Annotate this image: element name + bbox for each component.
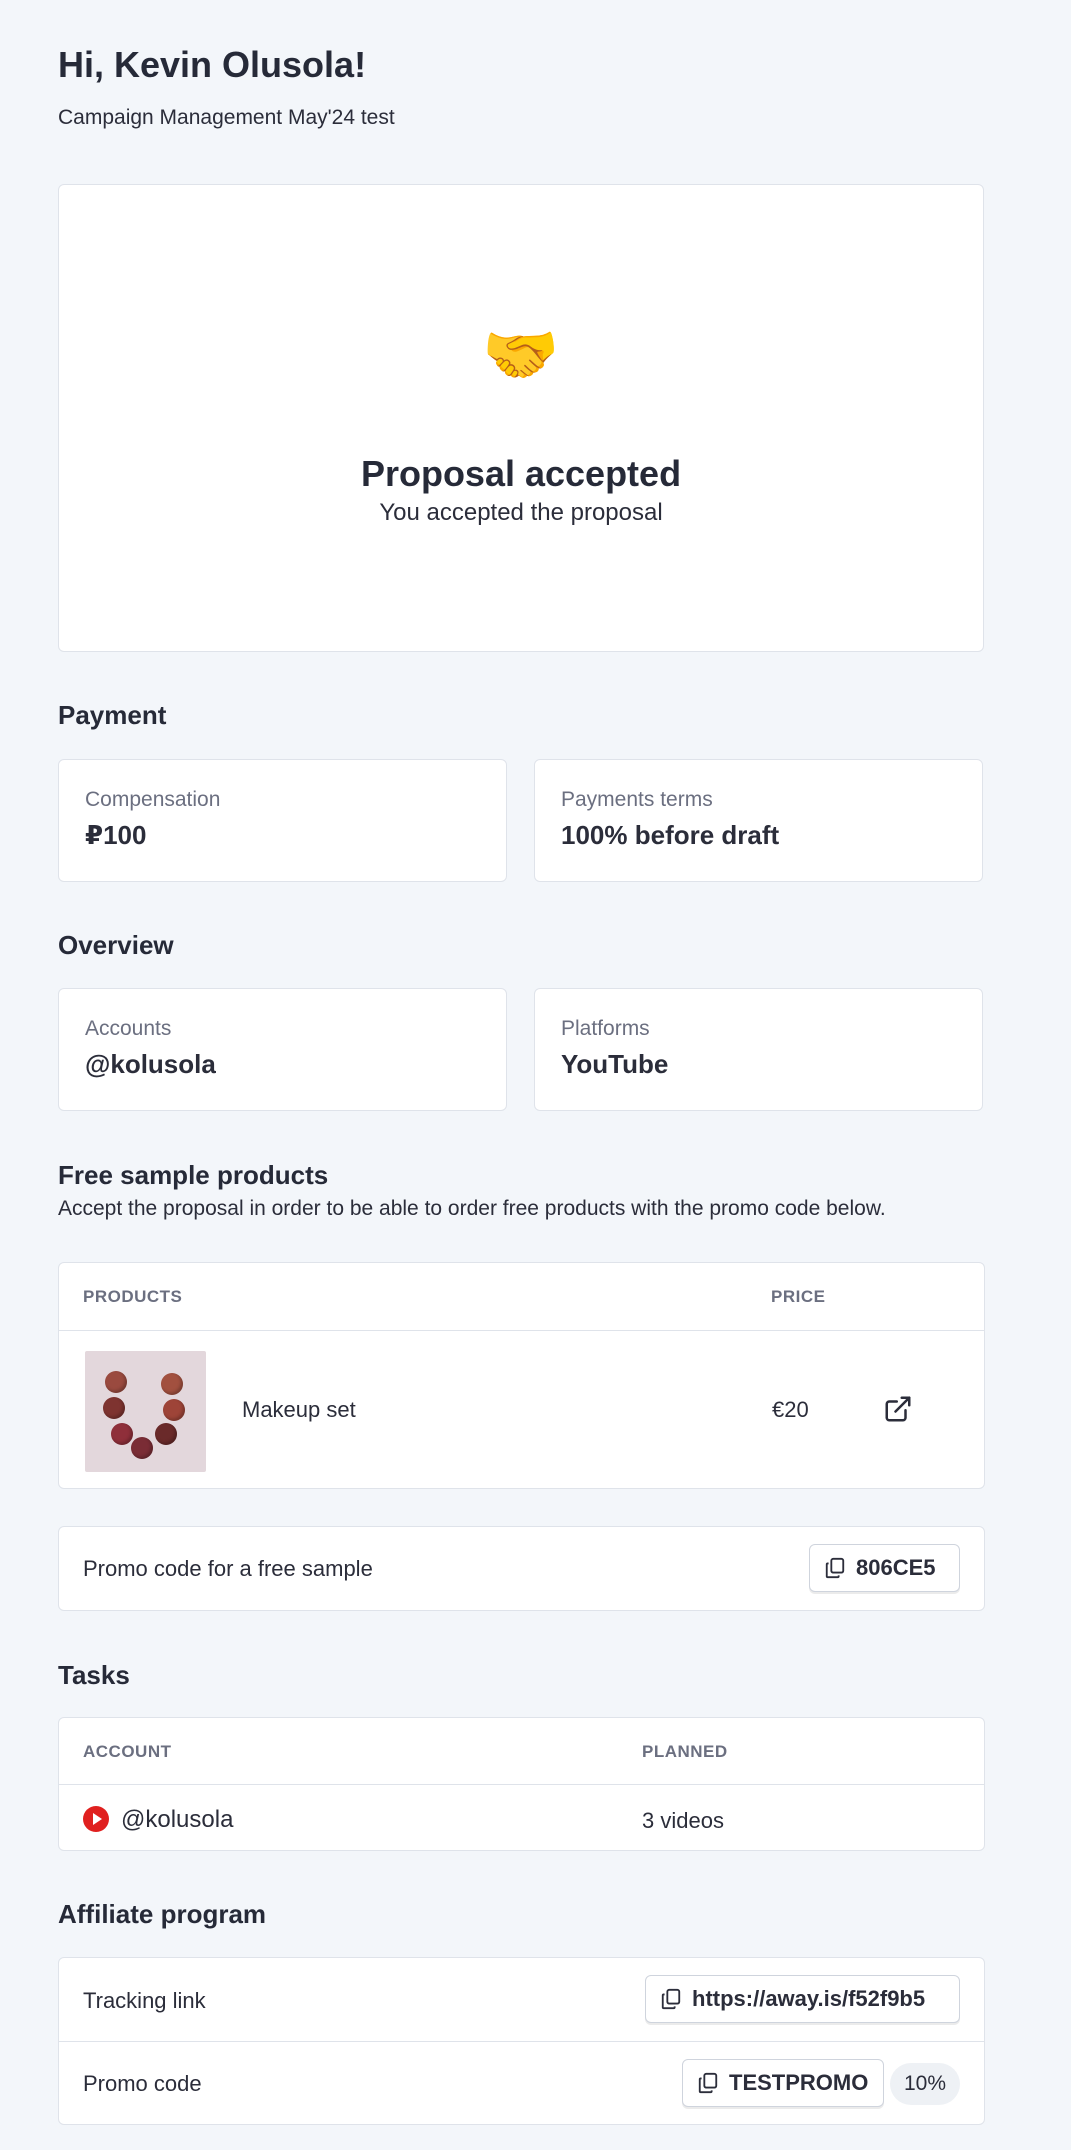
task-account: @kolusola (121, 1806, 234, 1833)
copy-icon (661, 1988, 681, 2010)
accounts-label: Accounts (85, 1017, 172, 1040)
col-planned-header: PLANNED (642, 1742, 728, 1761)
sample-promo-label: Promo code for a free sample (83, 1556, 373, 1581)
handshake-icon: 🤝 (482, 321, 560, 390)
col-account-header: ACCOUNT (83, 1742, 172, 1761)
copy-affiliate-promo-button[interactable]: TESTPROMO (682, 2059, 884, 2107)
platforms-card: Platforms YouTube (534, 988, 983, 1111)
accounts-card: Accounts @kolusola (58, 988, 507, 1111)
tasks-heading: Tasks (58, 1660, 130, 1690)
status-title: Proposal accepted (360, 453, 682, 494)
accounts-value: @kolusola (85, 1049, 216, 1079)
product-price: €20 (772, 1397, 809, 1422)
platforms-label: Platforms (561, 1017, 650, 1040)
copy-icon (825, 1557, 845, 1579)
copy-tracking-link-button[interactable]: https://away.is/f52f9b5 (645, 1975, 960, 2023)
task-planned: 3 videos (642, 1808, 724, 1833)
free-samples-heading: Free sample products (58, 1160, 329, 1190)
sample-promo-row: Promo code for a free sample 806CE5 (58, 1526, 985, 1611)
col-products-header: PRODUCTS (83, 1287, 183, 1306)
copy-icon (698, 2072, 718, 2094)
campaign-name: Campaign Management May'24 test (58, 106, 395, 129)
products-table: PRODUCTS PRICE Makeup set €20 (58, 1262, 985, 1489)
col-price-header: PRICE (771, 1287, 826, 1306)
payment-terms-value: 100% before draft (561, 820, 780, 850)
compensation-label: Compensation (85, 788, 221, 811)
external-link-icon[interactable] (883, 1394, 913, 1424)
payment-terms-card: Payments terms 100% before draft (534, 759, 983, 882)
affiliate-table: Tracking link https://away.is/f52f9b5 Pr… (58, 1957, 985, 2125)
free-samples-description: Accept the proposal in order to be able … (58, 1197, 886, 1220)
proposal-status-card: 🤝 Proposal accepted You accepted the pro… (58, 184, 984, 652)
tracking-link: https://away.is/f52f9b5 (692, 1986, 926, 2011)
tracking-link-label: Tracking link (83, 1988, 206, 2013)
platforms-value: YouTube (561, 1049, 669, 1079)
page-title: Hi, Kevin Olusola! (58, 44, 367, 85)
youtube-icon (83, 1806, 109, 1832)
affiliate-heading: Affiliate program (58, 1899, 267, 1929)
discount-badge: 10% (890, 2063, 961, 2105)
tasks-table: ACCOUNT PLANNED @kolusola 3 videos (58, 1717, 985, 1851)
payment-heading: Payment (58, 700, 167, 730)
affiliate-promo-code: TESTPROMO (729, 2070, 869, 2095)
divider (59, 2041, 984, 2042)
compensation-card: Compensation ₽100 (58, 759, 507, 882)
divider (59, 1784, 984, 1785)
affiliate-promo-label: Promo code (83, 2071, 202, 2096)
product-image (85, 1351, 206, 1472)
status-subtitle: You accepted the proposal (379, 499, 663, 526)
overview-heading: Overview (58, 930, 174, 960)
compensation-value: ₽100 (85, 820, 147, 850)
payment-terms-label: Payments terms (561, 788, 713, 811)
copy-sample-promo-button[interactable]: 806CE5 (809, 1544, 960, 1592)
product-name: Makeup set (242, 1397, 356, 1422)
divider (59, 1330, 984, 1331)
sample-promo-code: 806CE5 (856, 1555, 936, 1580)
